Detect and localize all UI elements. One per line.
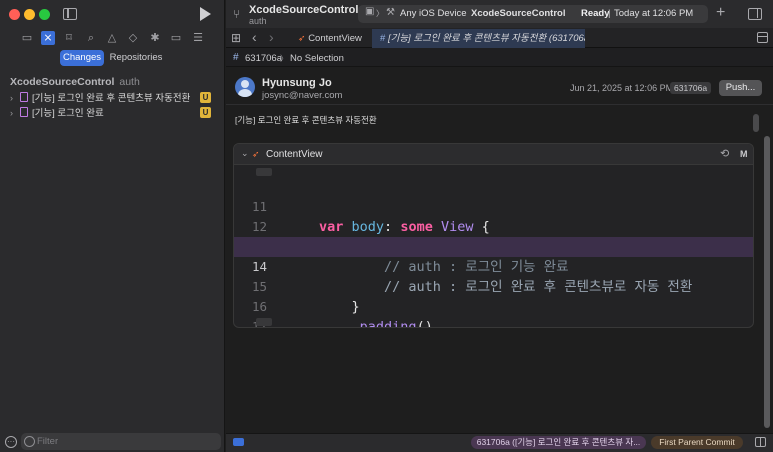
commit-message: [기능] 로그인 완료 후 콘텐츠뷰 자동전환	[235, 115, 377, 125]
hammer-icon: ⚒	[386, 7, 395, 18]
tab-hash: (631706a)	[548, 33, 585, 44]
person-avatar-icon	[235, 77, 255, 97]
commit-file-icon	[20, 107, 28, 117]
chevron-left-icon[interactable]: ‹	[252, 30, 257, 44]
commit-title: [기능] 로그인 완료 후 콘텐츠뷰 자동전환	[32, 93, 191, 104]
untracked-badge: U	[200, 107, 211, 118]
commit-author: Hyunsung Jo	[262, 77, 332, 89]
code-line: 17 }	[234, 297, 753, 327]
message-scrollbar[interactable]	[753, 114, 759, 132]
code-line: 13 // auth : 로그인 기능 완료	[234, 217, 753, 275]
zoom-window-button[interactable]	[39, 9, 50, 20]
toggle-debug-area-icon[interactable]	[233, 438, 244, 446]
chevron-right-icon[interactable]: ›	[10, 91, 18, 105]
commit-title: [기능] 로그인 완료	[32, 108, 104, 119]
tab-label: [기능] 로그인 완료 후 콘텐츠뷰 자동전환	[387, 33, 547, 44]
destination-label[interactable]: Any iOS Device	[400, 8, 467, 19]
sidebar-toggle-icon[interactable]	[63, 8, 77, 20]
tab-commit[interactable]: # [기능] 로그인 완료 후 콘텐츠뷰 자동전환 (631706a)	[372, 29, 585, 48]
chevron-down-icon[interactable]: ⌄	[241, 148, 249, 159]
code-line: 11 var body: some View {	[234, 177, 753, 235]
minimize-window-button[interactable]	[24, 9, 35, 20]
repository-name: XcodeSourceControl	[10, 76, 115, 88]
activity-separator: |	[608, 8, 611, 19]
jump-hash[interactable]: 631706a	[245, 53, 282, 64]
repository-branch: auth	[119, 76, 140, 88]
folder-icon[interactable]: ▭	[20, 31, 34, 45]
code-line: 12 VStack {	[234, 197, 753, 255]
function-name: padding	[359, 319, 417, 328]
filter-placeholder: Filter	[37, 436, 59, 447]
punct: .	[351, 319, 360, 328]
commit-row[interactable]: › [기능] 로그인 완료	[10, 106, 225, 120]
warning-icon[interactable]: △	[105, 31, 119, 45]
commit-date: Jun 21, 2025 at 12:06 PM	[570, 83, 674, 93]
debug-icon[interactable]: ✱	[148, 31, 162, 45]
more-options-icon[interactable]: ···	[5, 436, 17, 448]
commit-pill[interactable]: 631706a ([기능] 로그인 완료 후 콘텐츠뷰 자...	[471, 436, 646, 449]
commit-hash-badge[interactable]: 631706a	[670, 82, 712, 94]
first-parent-commit-button[interactable]: First Parent Commit	[651, 436, 743, 449]
grid-icon[interactable]: ⊞	[231, 31, 241, 45]
commit-email[interactable]: josync@naver.com	[262, 90, 342, 101]
add-editor-icon[interactable]	[757, 32, 768, 43]
project-title: XcodeSourceControl	[249, 4, 359, 16]
segment-repositories[interactable]: Repositories	[106, 50, 166, 66]
modified-status: M	[740, 149, 748, 159]
plus-icon[interactable]: +	[716, 4, 725, 22]
hash-icon: #	[380, 33, 386, 44]
scheme-activity-bar[interactable]: ▣ 〉 ⚒ Any iOS Device XcodeSourceControl …	[358, 5, 708, 23]
search-icon[interactable]: ⌕	[84, 31, 98, 45]
source-control-icon[interactable]: ⨯	[41, 31, 55, 45]
tab-label: ContentView	[308, 33, 362, 44]
punct: ()	[416, 319, 433, 328]
activity-time: Today at 12:06 PM	[614, 8, 694, 19]
file-name: ContentView	[266, 149, 323, 160]
fold-ribbon-bottom[interactable]	[256, 318, 272, 326]
code-line: 16 .padding()	[234, 277, 753, 327]
code-line: 15 }	[234, 257, 753, 315]
test-icon[interactable]: ◇	[126, 31, 140, 45]
report-icon[interactable]: ☰	[191, 31, 205, 45]
hash-icon: #	[233, 52, 239, 63]
chevron-right-icon: 〉	[280, 54, 288, 63]
tab-contentview[interactable]: ➶ ContentView	[290, 29, 370, 48]
push-button[interactable]: Push...	[719, 80, 762, 96]
branch-icon[interactable]: ⑂	[233, 7, 240, 21]
chevron-right-icon: 〉	[376, 9, 384, 18]
file-diff-card: ⌄ ➶ ContentView ⟲ M 11 var body: some Vi…	[233, 143, 754, 328]
activity-state: Ready	[581, 8, 610, 19]
code-line-highlighted: 14 // auth : 로그인 완료 후 콘텐츠뷰로 자동 전환	[234, 237, 753, 295]
filter-field[interactable]: Filter	[21, 433, 221, 450]
project-branch: auth	[249, 16, 267, 26]
segment-changes[interactable]: Changes	[60, 50, 104, 66]
inspector-toggle-icon[interactable]	[748, 8, 762, 20]
play-icon[interactable]	[200, 7, 211, 21]
navigator-sidebar: ▭ ⨯ ⌑ ⌕ △ ◇ ✱ ▭ ☰ Changes Repositories X…	[0, 0, 225, 452]
chevron-right-icon[interactable]: ›	[10, 106, 18, 120]
commit-file-icon	[20, 92, 28, 102]
commit-row[interactable]: › [기능] 로그인 완료 후 콘텐츠뷰 자동전환	[10, 91, 225, 105]
compare-icon[interactable]: ⟲	[720, 147, 729, 160]
activity-project: XcodeSourceControl	[471, 8, 566, 19]
close-window-button[interactable]	[9, 9, 20, 20]
breakpoint-icon[interactable]: ▭	[169, 31, 183, 45]
inspector-layout-icon[interactable]	[755, 437, 766, 447]
bookmark-icon[interactable]: ⌑	[62, 31, 76, 45]
swift-file-icon: ➶	[252, 149, 260, 159]
jump-selection[interactable]: No Selection	[290, 53, 344, 64]
content-scrollbar[interactable]	[764, 136, 770, 428]
chevron-right-icon[interactable]: ›	[269, 30, 274, 44]
fold-ribbon-top[interactable]	[256, 168, 272, 176]
filter-icon	[24, 436, 35, 447]
divider	[226, 104, 773, 105]
swift-file-icon: ➶	[298, 33, 306, 43]
target-icon[interactable]: ▣	[365, 6, 374, 17]
repository-header[interactable]: XcodeSourceControl auth	[10, 76, 140, 88]
file-diff-header[interactable]: ⌄ ➶ ContentView ⟲ M	[234, 144, 753, 165]
untracked-badge: U	[200, 92, 211, 103]
